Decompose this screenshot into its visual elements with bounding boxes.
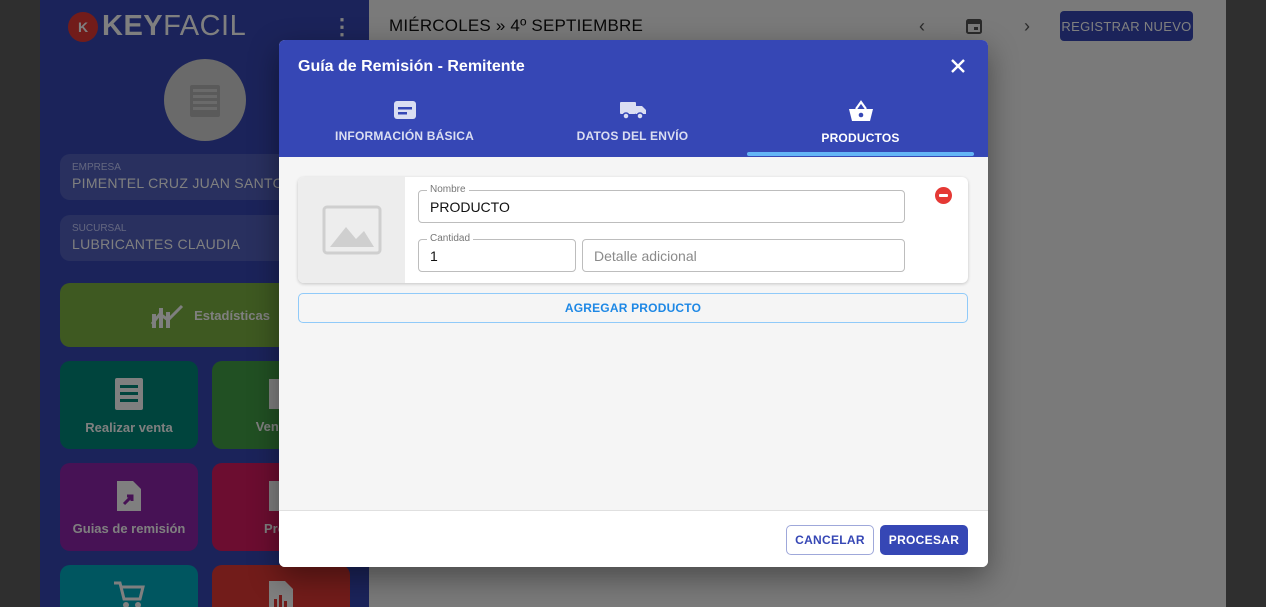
add-product-button[interactable]: AGREGAR PRODUCTO [298,293,968,323]
cancel-button[interactable]: CANCELAR [786,525,874,555]
product-name-value: PRODUCTO [430,199,510,215]
quantity-field[interactable]: Cantidad 1 [418,233,576,272]
basket-icon [848,100,873,121]
additional-detail-field[interactable]: Detalle adicional [582,239,905,272]
product-name-field[interactable]: Nombre PRODUCTO [418,184,905,223]
additional-detail-placeholder: Detalle adicional [594,248,697,264]
remove-product-icon[interactable] [935,187,952,204]
product-name-legend: Nombre [427,184,469,196]
dialog-title: Guía de Remisión - Remitente [298,58,525,75]
tab-shipping-data-label: DATOS DEL ENVÍO [576,129,689,143]
truck-icon [619,102,646,120]
quantity-value: 1 [430,248,438,264]
product-image-placeholder[interactable] [298,177,405,283]
card-text-icon [393,101,416,119]
quantity-legend: Cantidad [427,233,474,245]
process-button[interactable]: PROCESAR [880,525,968,555]
tab-products-label: PRODUCTOS [821,131,900,145]
tab-products[interactable]: PRODUCTOS [747,100,974,154]
tab-basic-info-label: INFORMACIÓN BÁSICA [335,129,474,143]
tab-basic-info[interactable]: INFORMACIÓN BÁSICA [291,100,518,154]
dialog-header: Guía de Remisión - Remitente INFORMACIÓN… [279,40,988,157]
image-icon [322,205,381,255]
product-item: Nombre PRODUCTO Cantidad 1 Detalle adici… [298,177,968,283]
remission-guide-dialog: Guía de Remisión - Remitente INFORMACIÓN… [279,40,988,567]
tab-shipping-data[interactable]: DATOS DEL ENVÍO [519,100,746,154]
close-icon[interactable] [947,55,969,77]
active-tab-indicator [747,152,974,156]
dialog-footer: CANCELAR PROCESAR [279,510,988,567]
